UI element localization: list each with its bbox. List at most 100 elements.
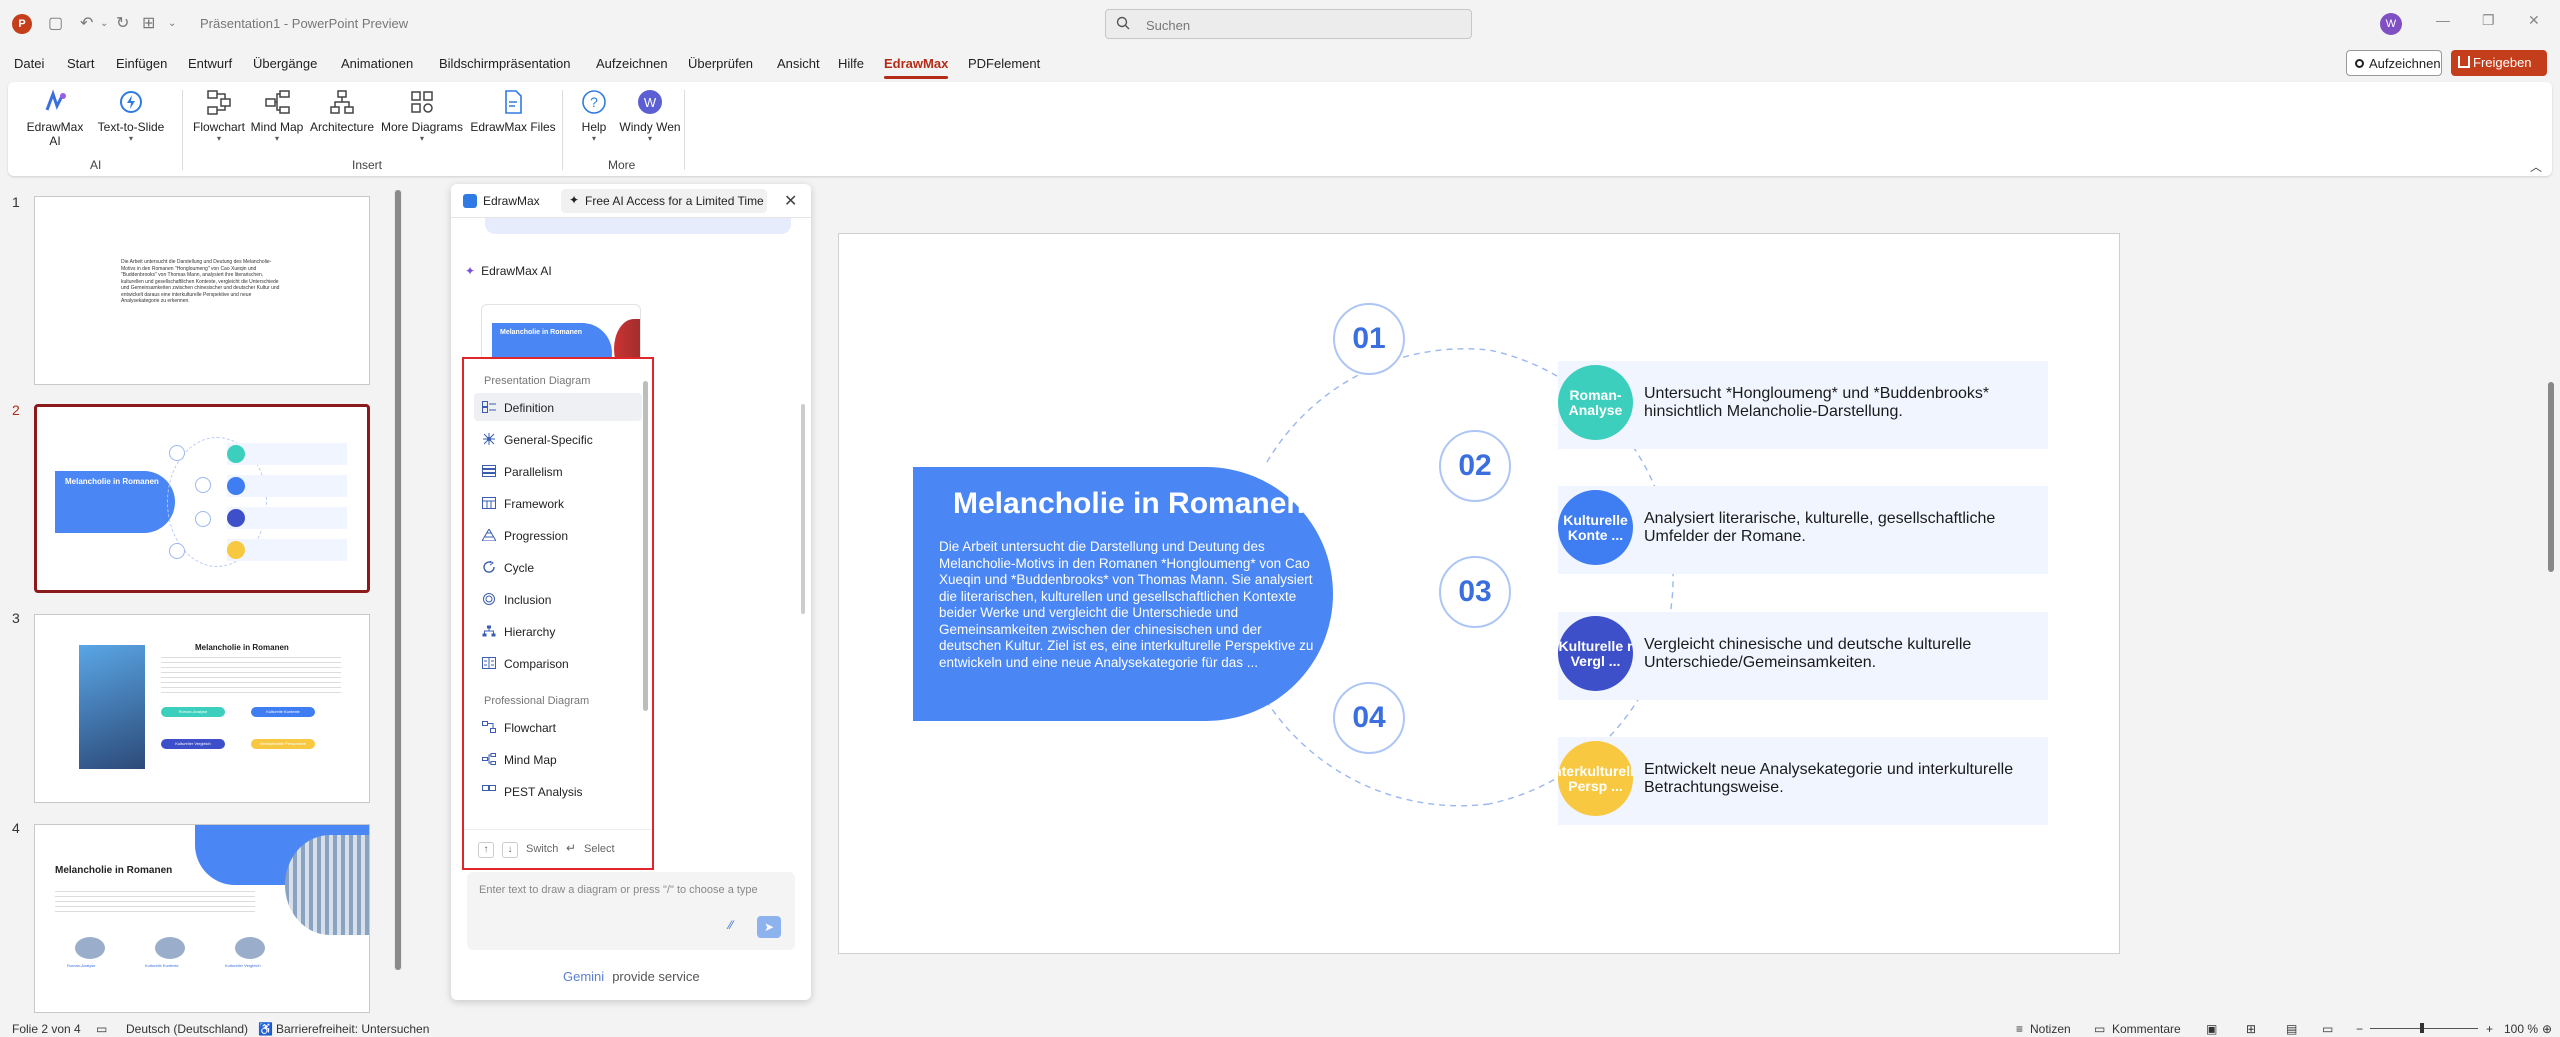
- tab-animationen[interactable]: Animationen: [341, 56, 413, 71]
- tab-einfuegen[interactable]: Einfügen: [116, 56, 167, 71]
- scrollbar-thumb[interactable]: [395, 190, 401, 970]
- record-button[interactable]: Aufzeichnen: [2346, 50, 2442, 76]
- slide-canvas[interactable]: Melancholie in Romanen Die Arbeit unters…: [838, 233, 2120, 954]
- normal-view-icon[interactable]: ▣: [2206, 1022, 2217, 1036]
- reading-view-icon[interactable]: ▤: [2286, 1022, 2297, 1036]
- info-row[interactable]: Kulturelle r Vergl ... Vergleicht chines…: [1558, 612, 2048, 700]
- dropdown-item-comparison[interactable]: Comparison: [474, 649, 642, 677]
- info-row[interactable]: Kulturelle Konte ... Analysiert literari…: [1558, 486, 2048, 574]
- dropdown-item-framework[interactable]: Framework: [474, 489, 642, 517]
- zoom-out-icon[interactable]: −: [2356, 1022, 2363, 1036]
- tab-datei[interactable]: Datei: [14, 56, 44, 71]
- dropdown-item-flowchart[interactable]: Flowchart: [474, 713, 642, 741]
- tab-uebergaenge[interactable]: Übergänge: [253, 56, 317, 71]
- dropdown-item-progression[interactable]: Progression: [474, 521, 642, 549]
- spellcheck-icon[interactable]: ▭: [96, 1022, 107, 1036]
- chevron-down-icon: ▾: [591, 134, 596, 143]
- tab-aufzeichnen[interactable]: Aufzeichnen: [596, 56, 668, 71]
- zoom-slider-thumb[interactable]: [2420, 1023, 2424, 1033]
- slide-sorter-icon[interactable]: ⊞: [2246, 1022, 2256, 1036]
- zoom-in-icon[interactable]: +: [2486, 1022, 2493, 1036]
- promo-banner[interactable]: ✦ Free AI Access for a Limited Time: [561, 189, 767, 213]
- present-from-start-icon[interactable]: ⊞: [142, 14, 155, 34]
- send-icon[interactable]: ➤: [757, 916, 781, 938]
- undo-dropdown-icon[interactable]: ⌄: [100, 14, 108, 34]
- step-number-04[interactable]: 04: [1333, 682, 1405, 754]
- info-row[interactable]: Roman-Analyse Untersucht *Hongloumeng* u…: [1558, 361, 2048, 449]
- slide-number: 1: [12, 194, 20, 210]
- dropdown-item-cycle[interactable]: Cycle: [474, 553, 642, 581]
- dropdown-scrollbar[interactable]: [643, 381, 648, 711]
- workspace-scrollbar[interactable]: [2546, 184, 2556, 984]
- fit-to-window-icon[interactable]: ⊕: [2542, 1022, 2552, 1036]
- hero-block[interactable]: Melancholie in Romanen Die Arbeit unters…: [913, 467, 1333, 721]
- close-icon[interactable]: ✕: [784, 191, 797, 211]
- thumbnail-scrollbar[interactable]: [394, 190, 402, 970]
- item-label: Inclusion: [504, 593, 552, 607]
- slide-thumbnail-1[interactable]: Die Arbeit untersucht die Darstellung un…: [34, 196, 370, 385]
- tab-pdfelement[interactable]: PDFelement: [968, 56, 1040, 71]
- parallelism-icon: [482, 465, 496, 477]
- dropdown-item-hierarchy[interactable]: Hierarchy: [474, 617, 642, 645]
- badge-interkulturelle-perspektive: Interkulturelle Persp ...: [1558, 741, 1633, 816]
- architecture-label: Architecture: [309, 120, 375, 134]
- restore-icon[interactable]: ❐: [2482, 12, 2495, 29]
- zoom-level[interactable]: 100 %: [2504, 1022, 2538, 1036]
- tab-ueberpruefen[interactable]: Überprüfen: [688, 56, 753, 71]
- prompt-input[interactable]: Enter text to draw a diagram or press "/…: [467, 872, 795, 950]
- scrollbar-thumb[interactable]: [2548, 382, 2554, 572]
- dropdown-item-general-specific[interactable]: General-Specific: [474, 425, 642, 453]
- dropdown-item-pest-analysis[interactable]: PEST Analysis: [474, 777, 642, 805]
- tab-hilfe[interactable]: Hilfe: [838, 56, 864, 71]
- comments-button[interactable]: Kommentare: [2112, 1022, 2181, 1036]
- flowchart-button[interactable]: Flowchart ▾: [188, 88, 250, 144]
- architecture-button[interactable]: Architecture: [306, 88, 378, 134]
- thumbnail-num: [195, 511, 211, 527]
- mind-map-button[interactable]: Mind Map ▾: [246, 88, 308, 144]
- slide-thumbnail-2[interactable]: Melancholie in Romanen: [34, 404, 370, 593]
- share-icon: [2458, 56, 2470, 68]
- redo-icon[interactable]: ↻: [116, 14, 129, 34]
- more-diagrams-button[interactable]: More Diagrams ▾: [378, 88, 466, 144]
- customize-quick-access-icon[interactable]: ⌄: [168, 14, 176, 34]
- item-label: Mind Map: [504, 753, 557, 767]
- dropdown-item-parallelism[interactable]: Parallelism: [474, 457, 642, 485]
- zoom-slider[interactable]: [2370, 1028, 2478, 1029]
- tab-edrawmax[interactable]: EdrawMax: [884, 56, 948, 71]
- language-indicator[interactable]: Deutsch (Deutschland): [126, 1022, 248, 1036]
- tab-bildschirmpraesentation[interactable]: Bildschirmpräsentation: [439, 56, 571, 71]
- undo-icon[interactable]: ↶: [80, 14, 93, 34]
- tab-ansicht[interactable]: Ansicht: [777, 56, 820, 71]
- edrawmax-ai-button[interactable]: EdrawMax AI: [22, 88, 88, 148]
- footer-switch-label: Switch: [526, 843, 559, 855]
- autosave-icon[interactable]: ▢: [48, 14, 63, 34]
- help-button[interactable]: ? Help ▾: [570, 88, 618, 144]
- step-number-01[interactable]: 01: [1333, 303, 1405, 375]
- search-box[interactable]: Suchen: [1105, 9, 1472, 39]
- panel-scrollbar[interactable]: [801, 404, 805, 614]
- slideshow-icon[interactable]: ▭: [2322, 1022, 2333, 1036]
- tab-entwurf[interactable]: Entwurf: [188, 56, 232, 71]
- dropdown-item-inclusion[interactable]: Inclusion: [474, 585, 642, 613]
- dropdown-item-mind-map[interactable]: Mind Map: [474, 745, 642, 773]
- notes-button[interactable]: Notizen: [2030, 1022, 2071, 1036]
- tab-start[interactable]: Start: [67, 56, 94, 71]
- step-number-03[interactable]: 03: [1439, 556, 1511, 628]
- slide-thumbnail-4[interactable]: Melancholie in Romanen Roman-Analyse Kul…: [34, 824, 370, 1013]
- edrawmax-files-button[interactable]: EdrawMax Files: [468, 88, 558, 134]
- diagram-type-icon[interactable]: ⁄⁄: [729, 918, 747, 936]
- close-window-icon[interactable]: ✕: [2528, 12, 2540, 29]
- info-row[interactable]: Interkulturelle Persp ... Entwickelt neu…: [1558, 737, 2048, 825]
- minimize-icon[interactable]: —: [2436, 12, 2450, 28]
- step-number-02[interactable]: 02: [1439, 430, 1511, 502]
- text-to-slide-button[interactable]: Text-to-Slide ▾: [96, 88, 166, 144]
- accessibility-check[interactable]: Barrierefreiheit: Untersuchen: [276, 1022, 429, 1036]
- user-avatar[interactable]: W: [2380, 13, 2402, 35]
- share-button[interactable]: Freigeben: [2451, 50, 2547, 76]
- item-label: Cycle: [504, 561, 535, 575]
- chat-bubble: [485, 218, 791, 234]
- slide-thumbnail-3[interactable]: Melancholie in Romanen Roman-Analyse Kul…: [34, 614, 370, 803]
- user-account-button[interactable]: W Windy Wen ▾: [616, 88, 684, 144]
- dropdown-item-definition[interactable]: Definition: [474, 393, 642, 421]
- collapse-ribbon-icon[interactable]: ︿: [2530, 158, 2542, 175]
